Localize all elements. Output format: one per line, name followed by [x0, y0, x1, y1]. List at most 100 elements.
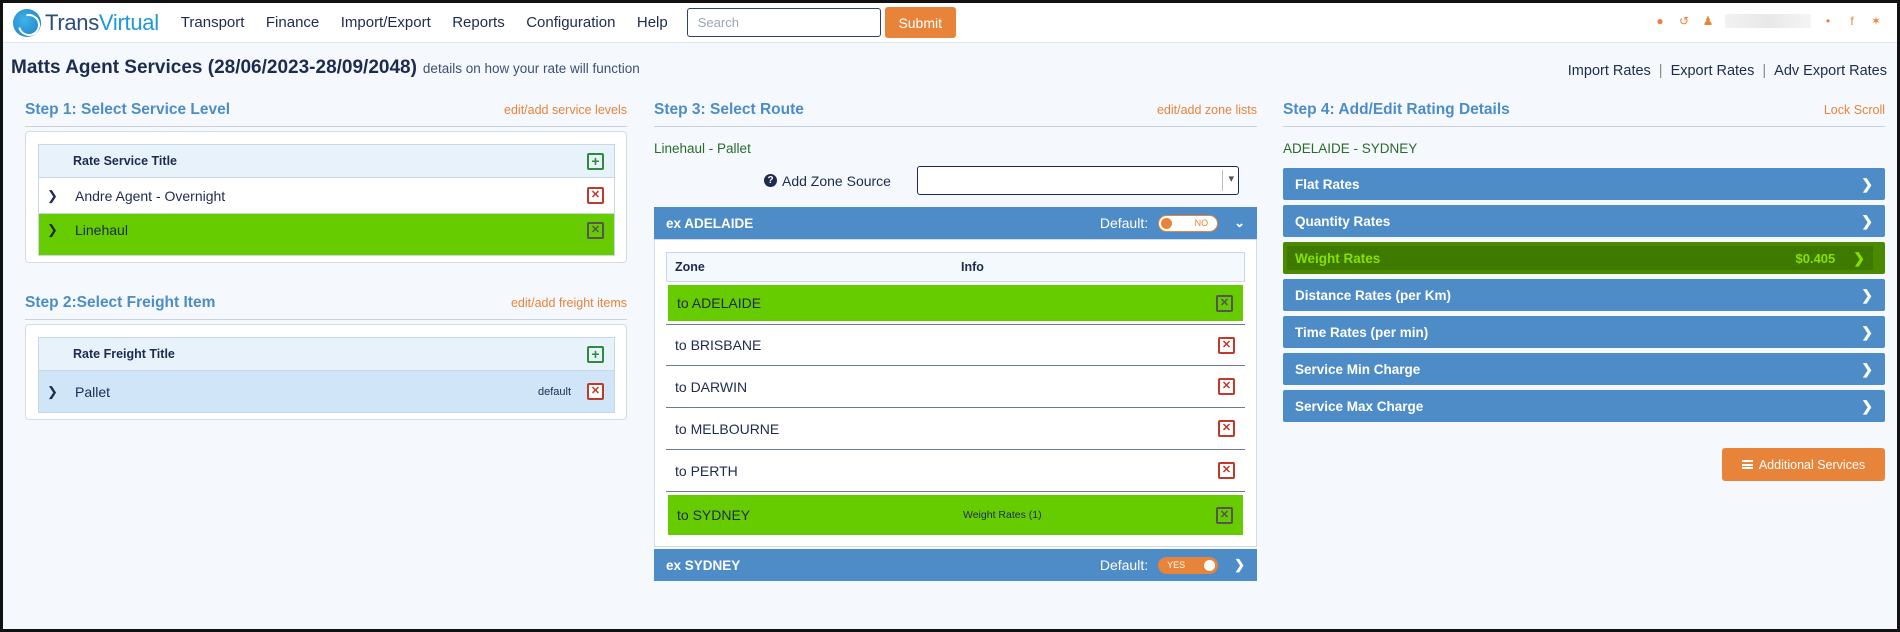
default-toggle[interactable]: NO — [1158, 214, 1219, 232]
step4-header: Step 4: Add/Edit Rating Details Lock Scr… — [1283, 101, 1885, 127]
nav-reports[interactable]: Reports — [452, 14, 505, 31]
delete-service-button[interactable]: ✕ — [587, 187, 604, 204]
service-max-charge-bar[interactable]: Service Max Charge ❯ — [1283, 390, 1885, 422]
globe-logo-icon — [13, 8, 41, 37]
nav-configuration[interactable]: Configuration — [526, 14, 615, 31]
rate-label: Service Min Charge — [1295, 361, 1421, 377]
zone-source-select[interactable] — [916, 166, 1239, 195]
step1-title: Step 1: Select Service Level — [25, 101, 231, 118]
step1-header: Step 1: Select Service Level edit/add se… — [25, 101, 627, 127]
zone-table-header: Zone Info — [666, 252, 1245, 282]
service-row-overnight[interactable]: ❯ Andre Agent - Overnight ✕ — [38, 178, 615, 214]
rate-label: Distance Rates (per Km) — [1295, 287, 1452, 303]
delete-service-button[interactable]: ✕ — [587, 222, 604, 239]
adv-export-rates-link[interactable]: Adv Export Rates — [1774, 63, 1887, 79]
rating-route-label: ADELAIDE - SYDNEY — [1283, 141, 1418, 156]
zone-row-sydney[interactable]: to SYDNEY Weight Rates (1) ✕ — [668, 495, 1243, 535]
service-row-label: Andre Agent - Overnight — [75, 187, 226, 204]
step2-header: Step 2:Select Freight Item edit/add frei… — [25, 294, 627, 320]
service-row-linehaul[interactable]: ❯ Linehaul ✕ — [38, 214, 615, 256]
column-step-4: Step 4: Add/Edit Rating Details Lock Scr… — [1283, 101, 1885, 481]
time-rates-bar[interactable]: Time Rates (per min) ❯ — [1283, 316, 1885, 348]
step4-title: Step 4: Add/Edit Rating Details — [1283, 101, 1510, 118]
chevron-right-icon[interactable]: ❯ — [1234, 557, 1245, 573]
chevron-right-icon: ❯ — [1853, 249, 1865, 266]
edit-freight-items-link[interactable]: edit/add freight items — [511, 296, 627, 310]
default-toggle[interactable]: YES — [1158, 556, 1219, 574]
search-input[interactable] — [686, 8, 881, 37]
select-divider — [1221, 170, 1223, 191]
zone-row-melbourne[interactable]: to MELBOURNE ✕ — [666, 408, 1245, 450]
zone-name: to BRISBANE — [675, 337, 762, 353]
additional-services-label: Additional Services — [1758, 457, 1866, 472]
lock-scroll-link[interactable]: Lock Scroll — [1824, 103, 1885, 117]
freight-row-pallet[interactable]: ❯ Pallet default ✕ — [38, 371, 615, 413]
chevron-down-icon[interactable]: ❯ — [47, 384, 67, 400]
delete-freight-button[interactable]: ✕ — [587, 383, 604, 400]
nav-help[interactable]: Help — [637, 14, 668, 31]
delete-zone-button[interactable]: ✕ — [1218, 378, 1235, 395]
toggle-state: YES — [1167, 559, 1186, 570]
zone-row-brisbane[interactable]: to BRISBANE ✕ — [666, 324, 1245, 366]
nav-finance[interactable]: Finance — [266, 14, 319, 31]
service-min-charge-bar[interactable]: Service Min Charge ❯ — [1283, 353, 1885, 385]
zone-row-adelaide[interactable]: to ADELAIDE ✕ — [668, 285, 1243, 321]
page-title: Matts Agent Services (28/06/2023-28/09/2… — [11, 57, 640, 79]
chevron-down-icon[interactable]: ❯ — [47, 188, 67, 204]
zone-name: to ADELAIDE — [677, 295, 762, 311]
service-table-header: Rate Service Title + — [38, 144, 615, 178]
list-icon — [1741, 460, 1753, 469]
help-icon[interactable]: ? — [764, 174, 777, 187]
group-ex-sydney[interactable]: ex SYDNEY Default: YES ❯ — [654, 549, 1257, 581]
import-rates-link[interactable]: Import Rates — [1568, 63, 1651, 79]
rate-label: Service Max Charge — [1295, 398, 1424, 414]
step3-title: Step 3: Select Route — [654, 101, 804, 118]
group-name: ex SYDNEY — [666, 557, 741, 573]
history-icon[interactable]: ↺ — [1677, 14, 1691, 28]
export-rates-link[interactable]: Export Rates — [1671, 63, 1755, 79]
chevron-down-icon[interactable]: ❯ — [47, 222, 67, 238]
zone-list-panel: Zone Info to ADELAIDE ✕ to BRISBANE ✕ to… — [654, 239, 1257, 547]
user-tools: ● ↺ ♟ • f ✶ — [1653, 14, 1883, 28]
delete-zone-button[interactable]: ✕ — [1218, 462, 1235, 479]
chat-icon[interactable]: ● — [1653, 14, 1667, 28]
app-logo[interactable]: TransVirtual — [13, 8, 159, 37]
zone-row-perth[interactable]: to PERTH ✕ — [666, 450, 1245, 492]
chevron-down-icon[interactable]: ⌄ — [1234, 215, 1245, 231]
username-redacted[interactable] — [1725, 14, 1811, 28]
submit-button[interactable]: Submit — [884, 7, 956, 38]
delete-zone-button[interactable]: ✕ — [1218, 336, 1235, 354]
service-row-label: Linehaul — [75, 222, 128, 238]
freight-header-label: Rate Freight Title — [73, 347, 175, 361]
dropdown-caret-icon[interactable]: • — [1821, 14, 1835, 28]
facebook-icon[interactable]: f — [1845, 14, 1859, 28]
rate-label: Weight Rates — [1295, 250, 1381, 266]
quantity-rates-bar[interactable]: Quantity Rates ❯ — [1283, 205, 1885, 237]
flat-rates-bar[interactable]: Flat Rates ❯ — [1283, 168, 1885, 200]
distance-rates-bar[interactable]: Distance Rates (per Km) ❯ — [1283, 279, 1885, 311]
twitter-icon[interactable]: ✶ — [1869, 14, 1883, 28]
weight-rates-bar[interactable]: Weight Rates $0.405 ❯ — [1283, 242, 1885, 274]
service-level-panel: Rate Service Title + ❯ Andre Agent - Ove… — [25, 131, 627, 263]
nav-transport[interactable]: Transport — [181, 14, 245, 31]
zone-name: to SYDNEY — [677, 507, 751, 523]
freight-item-panel: Rate Freight Title + ❯ Pallet default ✕ — [25, 324, 627, 420]
step3-header: Step 3: Select Route edit/add zone lists — [654, 101, 1257, 127]
add-freight-button[interactable]: + — [587, 345, 604, 363]
chevron-right-icon: ❯ — [1861, 360, 1873, 377]
chevron-right-icon: ❯ — [1861, 323, 1873, 340]
default-label: Default: — [1099, 215, 1149, 231]
additional-services-button[interactable]: Additional Services — [1722, 448, 1885, 481]
default-tag: default — [537, 385, 571, 398]
edit-zone-lists-link[interactable]: edit/add zone lists — [1157, 103, 1257, 117]
edit-service-levels-link[interactable]: edit/add service levels — [504, 103, 627, 117]
add-service-button[interactable]: + — [587, 152, 604, 170]
nav-import-export[interactable]: Import/Export — [341, 14, 431, 31]
delete-zone-button[interactable]: ✕ — [1216, 294, 1233, 312]
user-icon[interactable]: ♟ — [1701, 14, 1715, 28]
delete-zone-button[interactable]: ✕ — [1216, 506, 1233, 524]
delete-zone-button[interactable]: ✕ — [1218, 420, 1235, 437]
zone-row-darwin[interactable]: to DARWIN ✕ — [666, 366, 1245, 408]
zone-name: to DARWIN — [675, 378, 748, 395]
group-ex-adelaide[interactable]: ex ADELAIDE Default: NO ⌄ — [654, 207, 1257, 239]
